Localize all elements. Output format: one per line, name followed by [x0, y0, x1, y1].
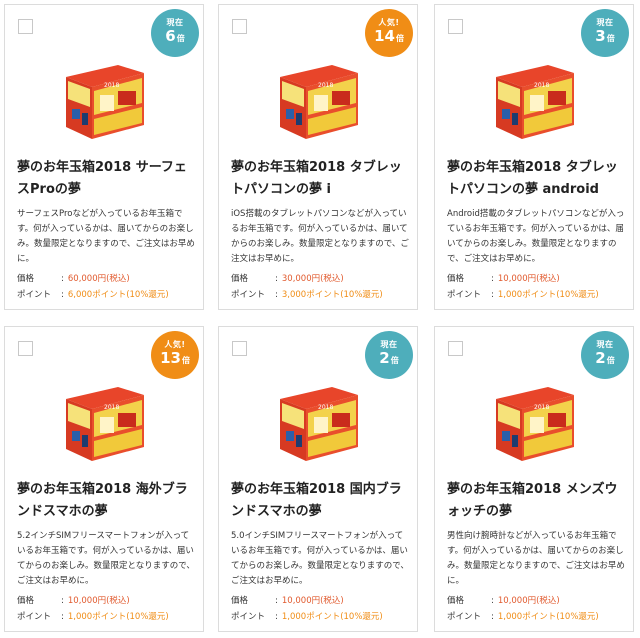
product-card[interactable]: 人気! 13 倍 2018 夢のお年玉箱2018 海外ブランドスマホの夢 5.2イ…	[4, 326, 204, 632]
badge-unit: 倍	[606, 34, 615, 43]
badge-label: 現在	[380, 340, 398, 349]
gift-box-image[interactable]: 2018	[266, 379, 370, 465]
price-label: 価格	[231, 274, 249, 284]
price-row: 価格 : 10,000円(税込)	[231, 596, 344, 606]
multiplier-badge: 現在 2倍	[581, 331, 629, 379]
point-label: ポイント	[17, 290, 52, 300]
price-row: 価格 : 60,000円(税込)	[17, 274, 130, 284]
point-row: ポイント : 1,000ポイント(10%還元)	[231, 612, 383, 622]
product-card[interactable]: 現在 2倍 2018 夢のお年玉箱2018 国内ブランドスマホの夢 5.0インチ…	[218, 326, 418, 632]
product-description: 男性向け腕時計などが入っているお年玉箱です。何が入っているかは、届いてからのお楽…	[447, 531, 625, 586]
price-label: 価格	[447, 274, 465, 284]
price-value: 60,000円(税込)	[67, 274, 130, 284]
product-title[interactable]: 夢のお年玉箱2018 メンズウォッチの夢	[447, 479, 623, 523]
price-label: 価格	[231, 596, 249, 606]
price-value: 10,000円(税込)	[497, 596, 560, 606]
product-title[interactable]: 夢のお年玉箱2018 タブレットパソコンの夢 android	[447, 157, 623, 201]
badge-value: 14	[374, 27, 395, 45]
point-value: 1,000ポイント(10%還元)	[281, 612, 383, 622]
product-title[interactable]: 夢のお年玉箱2018 海外ブランドスマホの夢	[17, 479, 193, 523]
point-value: 1,000ポイント(10%還元)	[497, 612, 599, 622]
point-label: ポイント	[231, 612, 266, 622]
multiplier-badge: 現在 3倍	[581, 9, 629, 57]
price-value: 10,000円(税込)	[281, 596, 344, 606]
price-label: 価格	[447, 596, 465, 606]
badge-unit: 倍	[395, 34, 404, 43]
badge-label: 人気!	[164, 340, 186, 349]
price-row: 価格 : 10,000円(税込)	[447, 596, 560, 606]
select-checkbox[interactable]	[448, 341, 463, 356]
select-checkbox[interactable]	[18, 19, 33, 34]
product-title[interactable]: 夢のお年玉箱2018 サーフェスProの夢	[17, 157, 193, 201]
point-row: ポイント : 3,000ポイント(10%還元)	[231, 290, 383, 300]
price-value: 10,000円(税込)	[67, 596, 130, 606]
price-row: 価格 : 10,000円(税込)	[447, 274, 560, 284]
product-card[interactable]: 人気! 14 倍 2018 夢のお年玉箱2018 タブレットパソコンの夢 i iO…	[218, 4, 418, 310]
svg-text:2018: 2018	[318, 404, 333, 411]
svg-text:2018: 2018	[534, 82, 549, 89]
point-row: ポイント : 1,000ポイント(10%還元)	[447, 290, 599, 300]
badge-unit: 倍	[606, 356, 615, 365]
svg-text:2018: 2018	[318, 82, 333, 89]
point-value: 1,000ポイント(10%還元)	[497, 290, 599, 300]
select-checkbox[interactable]	[18, 341, 33, 356]
point-label: ポイント	[17, 612, 52, 622]
gift-box-image[interactable]: 2018	[52, 57, 156, 143]
select-checkbox[interactable]	[448, 19, 463, 34]
price-label: 価格	[17, 274, 35, 284]
product-description: Android搭載のタブレットパソコンなどが入っているお年玉箱です。何が入ってい…	[447, 209, 625, 264]
badge-value: 2	[595, 349, 606, 367]
badge-value: 2	[379, 349, 390, 367]
select-checkbox[interactable]	[232, 341, 247, 356]
badge-unit: 倍	[181, 356, 190, 365]
badge-label: 現在	[166, 18, 184, 27]
svg-text:2018: 2018	[534, 404, 549, 411]
badge-label: 現在	[596, 340, 614, 349]
multiplier-badge: 人気! 14 倍	[365, 9, 413, 57]
price-value: 10,000円(税込)	[497, 274, 560, 284]
point-row: ポイント : 1,000ポイント(10%還元)	[447, 612, 599, 622]
badge-label: 現在	[596, 18, 614, 27]
product-title[interactable]: 夢のお年玉箱2018 国内ブランドスマホの夢	[231, 479, 407, 523]
price-value: 30,000円(税込)	[281, 274, 344, 284]
point-value: 6,000ポイント(10%還元)	[67, 290, 169, 300]
svg-text:2018: 2018	[104, 404, 119, 411]
price-row: 価格 : 30,000円(税込)	[231, 274, 344, 284]
product-card[interactable]: 現在 6倍 2018 夢のお年玉箱2018 サーフェスProの夢 サーフェスPr…	[4, 4, 204, 310]
product-description: 5.2インチSIMフリースマートフォンが入っているお年玉箱です。何が入っているか…	[17, 531, 195, 586]
svg-text:2018: 2018	[104, 82, 119, 89]
point-label: ポイント	[447, 612, 482, 622]
product-title[interactable]: 夢のお年玉箱2018 タブレットパソコンの夢 i	[231, 157, 407, 201]
product-description: 5.0インチSIMフリースマートフォンが入っているお年玉箱です。何が入っているか…	[231, 531, 409, 586]
price-label: 価格	[17, 596, 35, 606]
badge-unit: 倍	[390, 356, 399, 365]
badge-value: 3	[595, 27, 606, 45]
price-row: 価格 : 10,000円(税込)	[17, 596, 130, 606]
gift-box-image[interactable]: 2018	[52, 379, 156, 465]
point-row: ポイント : 1,000ポイント(10%還元)	[17, 612, 169, 622]
product-description: サーフェスProなどが入っているお年玉箱です。何が入っているかは、届いてからのお…	[17, 209, 195, 264]
gift-box-image[interactable]: 2018	[266, 57, 370, 143]
badge-unit: 倍	[176, 34, 185, 43]
point-value: 1,000ポイント(10%還元)	[67, 612, 169, 622]
product-description: iOS搭載のタブレットパソコンなどが入っているお年玉箱です。何が入っているかは、…	[231, 209, 409, 264]
gift-box-image[interactable]: 2018	[482, 57, 586, 143]
multiplier-badge: 人気! 13 倍	[151, 331, 199, 379]
badge-value: 13	[160, 349, 181, 367]
product-card[interactable]: 現在 3倍 2018 夢のお年玉箱2018 タブレットパソコンの夢 androi…	[434, 4, 634, 310]
product-card[interactable]: 現在 2倍 2018 夢のお年玉箱2018 メンズウォッチの夢 男性向け腕時計な…	[434, 326, 634, 632]
badge-label: 人気!	[378, 18, 400, 27]
product-grid: 現在 6倍 2018 夢のお年玉箱2018 サーフェスProの夢 サーフェスPr…	[0, 0, 640, 638]
point-row: ポイント : 6,000ポイント(10%還元)	[17, 290, 169, 300]
multiplier-badge: 現在 6倍	[151, 9, 199, 57]
point-label: ポイント	[231, 290, 266, 300]
point-value: 3,000ポイント(10%還元)	[281, 290, 383, 300]
select-checkbox[interactable]	[232, 19, 247, 34]
gift-box-image[interactable]: 2018	[482, 379, 586, 465]
multiplier-badge: 現在 2倍	[365, 331, 413, 379]
badge-value: 6	[165, 27, 176, 45]
point-label: ポイント	[447, 290, 482, 300]
